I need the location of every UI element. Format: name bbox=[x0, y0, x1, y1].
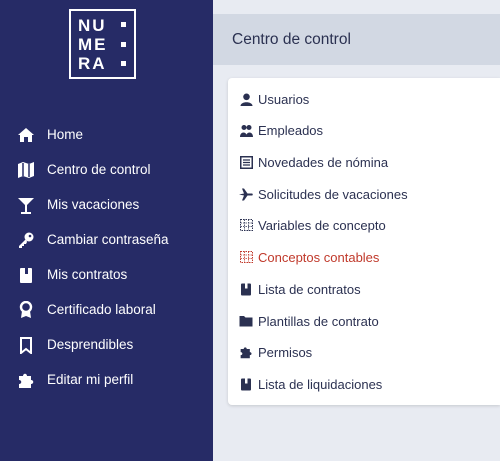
sidebar-item-label: Certificado laboral bbox=[47, 302, 156, 317]
sidebar-item-label: Mis contratos bbox=[47, 267, 128, 282]
sidebar-item-label: Desprendibles bbox=[47, 337, 134, 352]
menu-item-label: Empleados bbox=[258, 123, 324, 138]
menu-item-label: Conceptos contables bbox=[258, 250, 380, 265]
sidebar-item-label: Home bbox=[47, 127, 84, 142]
logo-row-1: NU bbox=[78, 16, 107, 35]
map-icon bbox=[16, 161, 36, 179]
menu-item-empleados[interactable]: Empleados bbox=[228, 116, 500, 146]
sidebar-item-editar-mi-perfil[interactable]: Editar mi perfil bbox=[0, 363, 213, 397]
logo-row-2: ME bbox=[78, 35, 108, 54]
menu-item-label: Plantillas de contrato bbox=[258, 314, 379, 329]
page-header: Centro de control bbox=[213, 14, 500, 65]
cocktail-icon bbox=[16, 196, 36, 214]
logo-dots bbox=[121, 22, 126, 66]
sidebar-item-label: Cambiar contraseña bbox=[47, 232, 169, 247]
sidebar-item-home[interactable]: Home bbox=[0, 118, 213, 152]
sidebar: NU ME RA Home Centro de control Mis vaca… bbox=[0, 0, 213, 461]
menu-item-permisos[interactable]: Permisos bbox=[228, 338, 500, 368]
sidebar-item-mis-vacaciones[interactable]: Mis vacaciones bbox=[0, 188, 213, 222]
menu-item-label: Usuarios bbox=[258, 92, 310, 107]
menu-item-label: Variables de concepto bbox=[258, 218, 386, 233]
menu-item-solicitudes-de-vacaciones[interactable]: Solicitudes de vacaciones bbox=[228, 180, 500, 210]
newspaper-icon bbox=[239, 155, 253, 169]
bookmark-icon bbox=[16, 336, 36, 354]
award-icon bbox=[16, 301, 36, 319]
user-icon bbox=[239, 92, 253, 106]
puzzle-icon bbox=[239, 345, 253, 359]
menu-item-label: Lista de liquidaciones bbox=[258, 377, 383, 392]
menu-item-label: Lista de contratos bbox=[258, 282, 361, 297]
sidebar-item-desprendibles[interactable]: Desprendibles bbox=[0, 328, 213, 362]
menu-item-label: Permisos bbox=[258, 345, 313, 360]
sidebar-item-centro-de-control[interactable]: Centro de control bbox=[0, 153, 213, 187]
control-menu-card: Usuarios Empleados Novedades de nómina S… bbox=[228, 78, 500, 405]
numera-logo[interactable]: NU ME RA bbox=[69, 9, 136, 79]
book-icon bbox=[239, 282, 253, 296]
menu-item-variables-de-concepto[interactable]: Variables de concepto bbox=[228, 211, 500, 241]
sidebar-item-cambiar-contrasena[interactable]: Cambiar contraseña bbox=[0, 223, 213, 257]
book-icon bbox=[239, 377, 253, 391]
menu-item-usuarios[interactable]: Usuarios bbox=[228, 85, 500, 115]
key-icon bbox=[16, 231, 36, 249]
table-icon bbox=[239, 250, 253, 264]
sidebar-item-mis-contratos[interactable]: Mis contratos bbox=[0, 258, 213, 292]
users-icon bbox=[239, 123, 253, 137]
menu-item-label: Solicitudes de vacaciones bbox=[258, 187, 408, 202]
home-icon bbox=[16, 126, 36, 144]
menu-item-plantillas-de-contrato[interactable]: Plantillas de contrato bbox=[228, 307, 500, 337]
sidebar-item-label: Mis vacaciones bbox=[47, 197, 140, 212]
menu-item-label: Novedades de nómina bbox=[258, 155, 389, 170]
book-icon bbox=[16, 266, 36, 284]
plane-icon bbox=[239, 187, 253, 201]
sidebar-item-label: Centro de control bbox=[47, 162, 151, 177]
menu-item-lista-de-contratos[interactable]: Lista de contratos bbox=[228, 275, 500, 305]
menu-item-novedades-de-nomina[interactable]: Novedades de nómina bbox=[228, 148, 500, 178]
table-icon bbox=[239, 218, 253, 232]
page-title: Centro de control bbox=[232, 31, 351, 48]
sidebar-item-certificado-laboral[interactable]: Certificado laboral bbox=[0, 293, 213, 327]
sidebar-item-label: Editar mi perfil bbox=[47, 372, 134, 387]
puzzle-icon bbox=[16, 371, 36, 389]
logo-row-3: RA bbox=[78, 54, 107, 73]
menu-item-lista-de-liquidaciones[interactable]: Lista de liquidaciones bbox=[228, 370, 500, 400]
menu-item-conceptos-contables[interactable]: Conceptos contables bbox=[228, 243, 500, 273]
folder-icon bbox=[239, 314, 253, 328]
